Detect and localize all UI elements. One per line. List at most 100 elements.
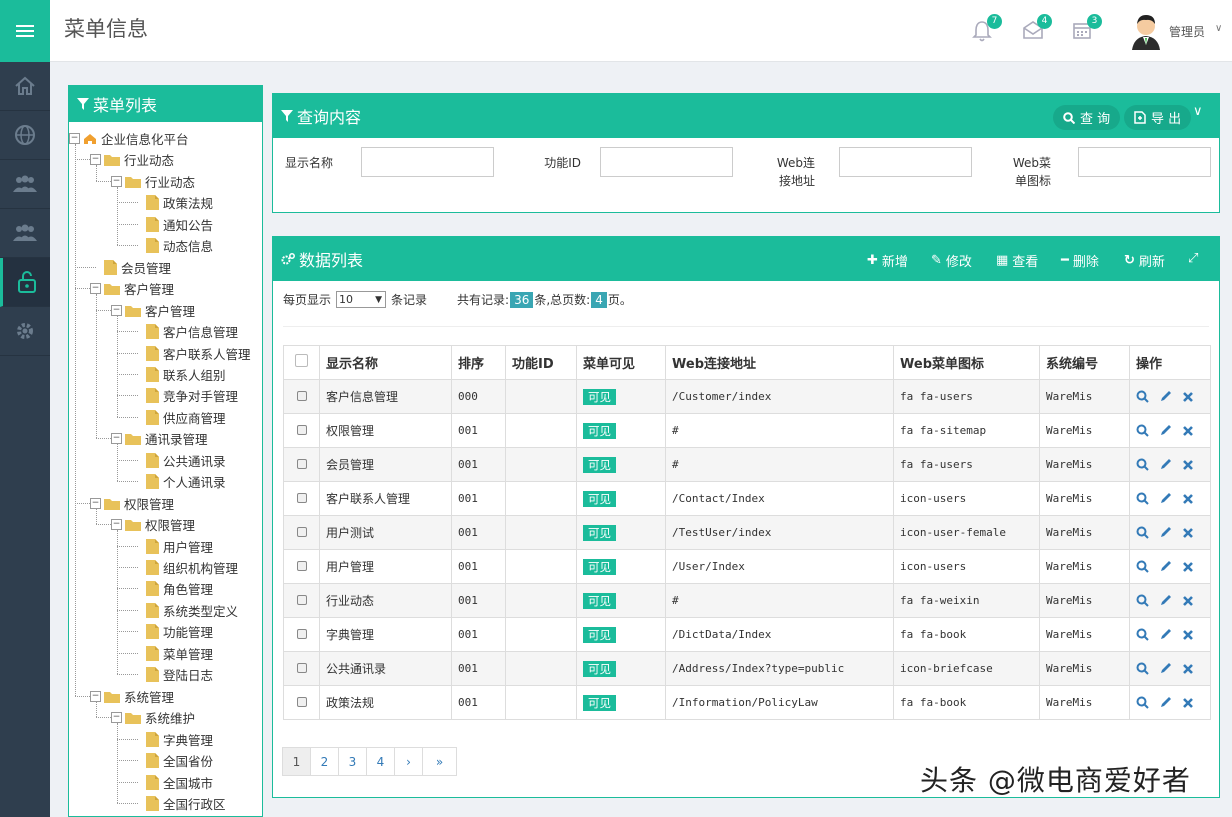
collapse-toggle-icon[interactable]: − xyxy=(69,133,80,144)
tree-node[interactable]: − 权限管理 xyxy=(90,493,174,514)
tree-node[interactable]: 登陆日志 xyxy=(132,664,213,685)
delete-row-icon[interactable] xyxy=(1182,663,1194,675)
delete-row-icon[interactable] xyxy=(1182,425,1194,437)
search-button[interactable]: 查 询 xyxy=(1053,105,1121,130)
collapse-toggle-icon[interactable]: − xyxy=(90,283,101,295)
table-row[interactable]: 政策法规 001 可见/Information/PolicyLaw fa fa-boo… xyxy=(283,685,1211,720)
table-row[interactable]: 行业动态 001 可见 # fa fa-weixin WareMis xyxy=(283,583,1211,618)
tree-node[interactable]: 竞争对手管理 xyxy=(132,385,238,406)
tree-node[interactable]: − 权限管理 xyxy=(111,514,195,535)
page-button[interactable]: 1 xyxy=(282,747,311,776)
tree-node[interactable]: 公共通讯录 xyxy=(132,450,226,471)
tree-node[interactable]: 字典管理 xyxy=(132,729,213,750)
delete-row-icon[interactable] xyxy=(1182,629,1194,641)
collapse-toggle-icon[interactable]: − xyxy=(90,154,101,166)
edit-row-icon[interactable] xyxy=(1159,696,1172,709)
tree-node[interactable]: 功能管理 xyxy=(132,621,213,642)
export-button[interactable]: 导 出 xyxy=(1124,105,1192,130)
view-row-icon[interactable] xyxy=(1136,594,1149,607)
delete-button[interactable]: ━ 删除 xyxy=(1061,251,1099,270)
notifications-button[interactable]: 7 xyxy=(972,14,1002,42)
next-page-button[interactable]: › xyxy=(394,747,423,776)
edit-row-icon[interactable] xyxy=(1159,526,1172,539)
tree-node[interactable]: − 客户管理 xyxy=(90,278,174,299)
row-checkbox[interactable] xyxy=(283,583,320,618)
view-row-icon[interactable] xyxy=(1136,560,1149,573)
row-checkbox[interactable] xyxy=(283,651,320,686)
collapse-toggle-icon[interactable]: − xyxy=(111,712,122,724)
row-checkbox[interactable] xyxy=(283,481,320,516)
delete-row-icon[interactable] xyxy=(1182,527,1194,539)
select-all-checkbox[interactable] xyxy=(283,345,320,380)
web-url-input[interactable] xyxy=(839,147,972,177)
tree-node[interactable]: 动态信息 xyxy=(132,235,213,256)
refresh-button[interactable]: ↻ 刷新 xyxy=(1124,251,1165,270)
function-id-input[interactable] xyxy=(600,147,733,177)
row-checkbox[interactable] xyxy=(283,685,320,720)
row-checkbox[interactable] xyxy=(283,413,320,448)
view-row-icon[interactable] xyxy=(1136,662,1149,675)
home-nav-button[interactable] xyxy=(0,62,50,111)
collapse-toggle-icon[interactable]: − xyxy=(111,519,122,531)
collapse-chevron-icon[interactable]: ∨ xyxy=(1193,104,1203,119)
view-button[interactable]: ▦ 查看 xyxy=(996,251,1038,270)
column-header-web-url[interactable]: Web连接地址 xyxy=(665,345,894,380)
column-header-visible[interactable]: 菜单可见 xyxy=(576,345,666,380)
row-checkbox[interactable] xyxy=(283,515,320,550)
delete-row-icon[interactable] xyxy=(1182,493,1194,505)
tree-node[interactable]: 会员管理 xyxy=(90,257,171,278)
page-size-select[interactable]: 10 ▼ xyxy=(336,291,387,308)
avatar[interactable] xyxy=(1128,12,1164,50)
edit-row-icon[interactable] xyxy=(1159,628,1172,641)
tasks-button[interactable]: 3 xyxy=(1072,14,1102,42)
delete-row-icon[interactable] xyxy=(1182,595,1194,607)
collapse-toggle-icon[interactable]: − xyxy=(90,497,101,509)
column-header-sort[interactable]: 排序 xyxy=(451,345,506,380)
tree-node[interactable]: 个人通讯录 xyxy=(132,471,226,492)
tree-node[interactable]: − 系统管理 xyxy=(90,686,174,707)
page-button[interactable]: 4 xyxy=(366,747,395,776)
delete-row-icon[interactable] xyxy=(1182,561,1194,573)
tree-node[interactable]: 全国城市 xyxy=(132,772,213,793)
last-page-button[interactable]: » xyxy=(422,747,457,776)
edit-row-icon[interactable] xyxy=(1159,390,1172,403)
column-header-function-id[interactable]: 功能ID xyxy=(505,345,577,380)
tree-node[interactable]: 角色管理 xyxy=(132,578,213,599)
row-checkbox[interactable] xyxy=(283,447,320,482)
tree-node[interactable]: 系统类型定义 xyxy=(132,600,238,621)
page-button[interactable]: 2 xyxy=(310,747,339,776)
tree-node[interactable]: 组织机构管理 xyxy=(132,557,238,578)
user-name[interactable]: 管理员 xyxy=(1169,23,1205,40)
edit-row-icon[interactable] xyxy=(1159,594,1172,607)
tree-node[interactable]: 客户联系人管理 xyxy=(132,343,251,364)
view-row-icon[interactable] xyxy=(1136,458,1149,471)
tree-node[interactable]: 菜单管理 xyxy=(132,643,213,664)
collapse-toggle-icon[interactable]: − xyxy=(111,175,122,187)
view-row-icon[interactable] xyxy=(1136,526,1149,539)
edit-button[interactable]: ✎ 修改 xyxy=(931,251,972,270)
view-row-icon[interactable] xyxy=(1136,390,1149,403)
tree-node[interactable]: − 企业信息化平台 xyxy=(69,128,189,149)
table-row[interactable]: 公共通讯录 001 可见/Address/Index?type=public icon… xyxy=(283,651,1211,686)
edit-row-icon[interactable] xyxy=(1159,662,1172,675)
tree-node[interactable]: − 行业动态 xyxy=(111,171,195,192)
tree-node[interactable]: 用户管理 xyxy=(132,536,213,557)
view-row-icon[interactable] xyxy=(1136,628,1149,641)
fullscreen-button[interactable]: ⤢ xyxy=(1188,251,1198,266)
collapse-toggle-icon[interactable]: − xyxy=(111,304,122,316)
tree-node[interactable]: 全国省份 xyxy=(132,750,213,771)
display-name-input[interactable] xyxy=(361,147,494,177)
table-row[interactable]: 用户测试 001 可见/TestUser/index icon-user-female… xyxy=(283,515,1211,550)
tree-node[interactable]: 客户信息管理 xyxy=(132,321,238,342)
row-checkbox[interactable] xyxy=(283,617,320,652)
table-row[interactable]: 会员管理 001 可见 # fa fa-users WareMis xyxy=(283,447,1211,482)
table-row[interactable]: 用户管理 001 可见/User/Index icon-users WareMis xyxy=(283,549,1211,584)
chevron-down-icon[interactable]: ∨ xyxy=(1215,23,1222,34)
tree-node[interactable]: − 系统维护 xyxy=(111,707,195,728)
tree-node[interactable]: 联系人组别 xyxy=(132,364,226,385)
delete-row-icon[interactable] xyxy=(1182,391,1194,403)
edit-row-icon[interactable] xyxy=(1159,492,1172,505)
tree-node[interactable]: 供应商管理 xyxy=(132,407,226,428)
row-checkbox[interactable] xyxy=(283,379,320,414)
messages-button[interactable]: 4 xyxy=(1022,14,1052,42)
